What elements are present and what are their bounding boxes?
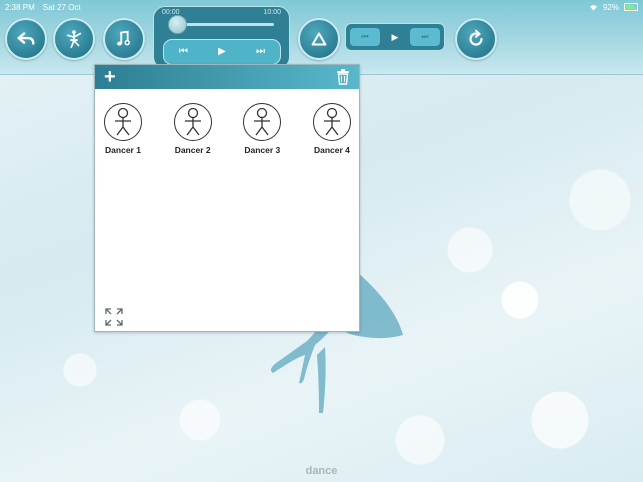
- stick-figure-icon: [173, 103, 212, 141]
- playback-slider-thumb[interactable]: [168, 15, 187, 34]
- panel-header: +: [95, 65, 359, 89]
- battery-icon: [624, 3, 638, 11]
- ballerina-icon: [66, 30, 82, 49]
- back-button[interactable]: [5, 18, 47, 60]
- trash-icon[interactable]: [336, 69, 350, 85]
- dancer-list: Dancer 1 Dancer 2 Dancer 3 Dancer 4: [95, 89, 359, 155]
- battery-percentage: 92%: [602, 2, 619, 12]
- formation-button[interactable]: [298, 18, 340, 60]
- transport-controls: ⏮ ▶ ⏭: [163, 39, 281, 65]
- reset-button[interactable]: [455, 18, 497, 60]
- status-time: 2:38 PM: [5, 2, 35, 12]
- fast-forward-icon[interactable]: ⏭: [256, 47, 265, 57]
- stick-figure-icon: [243, 103, 282, 141]
- dancer-label: Dancer 3: [244, 145, 281, 155]
- add-dancer-icon[interactable]: +: [104, 67, 116, 87]
- expand-icon[interactable]: [104, 307, 124, 327]
- step-forward-button[interactable]: ⏭: [409, 28, 440, 46]
- dancer-item[interactable]: Dancer 1: [101, 103, 145, 155]
- dancer-item[interactable]: Dancer 4: [310, 103, 354, 155]
- music-button[interactable]: [103, 18, 145, 60]
- step-play-icon[interactable]: ▶: [392, 32, 399, 43]
- wifi-icon: [589, 4, 597, 11]
- step-back-button[interactable]: ⏮: [350, 28, 380, 46]
- dancer-label: Dancer 4: [314, 145, 350, 155]
- triangle-icon: [311, 32, 327, 46]
- music-note-icon: [117, 30, 130, 46]
- step-back-icon: ⏮: [361, 32, 369, 41]
- refresh-icon: [469, 29, 483, 46]
- dancer-label: Dancer 1: [105, 145, 141, 155]
- dancers-panel: + Dancer 1 Dancer 2 Dancer 3 Dancer 4: [94, 64, 360, 332]
- dancer-item[interactable]: Dancer 3: [240, 103, 284, 155]
- dancer-item[interactable]: Dancer 2: [171, 103, 215, 155]
- step-forward-icon: ⏭: [421, 32, 429, 41]
- status-date: Sat 27 Oct: [42, 2, 81, 12]
- rewind-icon[interactable]: ⏮: [179, 47, 188, 57]
- dance-mode-button[interactable]: [53, 18, 95, 60]
- status-bar: 2:38 PM Sat 27 Oct 92%: [0, 0, 643, 14]
- audio-player: 00:00 10:00 ⏮ ▶ ⏭: [153, 6, 290, 69]
- play-icon[interactable]: ▶: [218, 47, 226, 57]
- footer-label: dance: [305, 465, 338, 477]
- back-arrow-icon: [17, 32, 35, 45]
- dancer-label: Dancer 2: [174, 145, 211, 155]
- step-control: ⏮ ▶ ⏭: [345, 23, 445, 51]
- stick-figure-icon: [312, 103, 351, 141]
- stick-figure-icon: [104, 103, 142, 141]
